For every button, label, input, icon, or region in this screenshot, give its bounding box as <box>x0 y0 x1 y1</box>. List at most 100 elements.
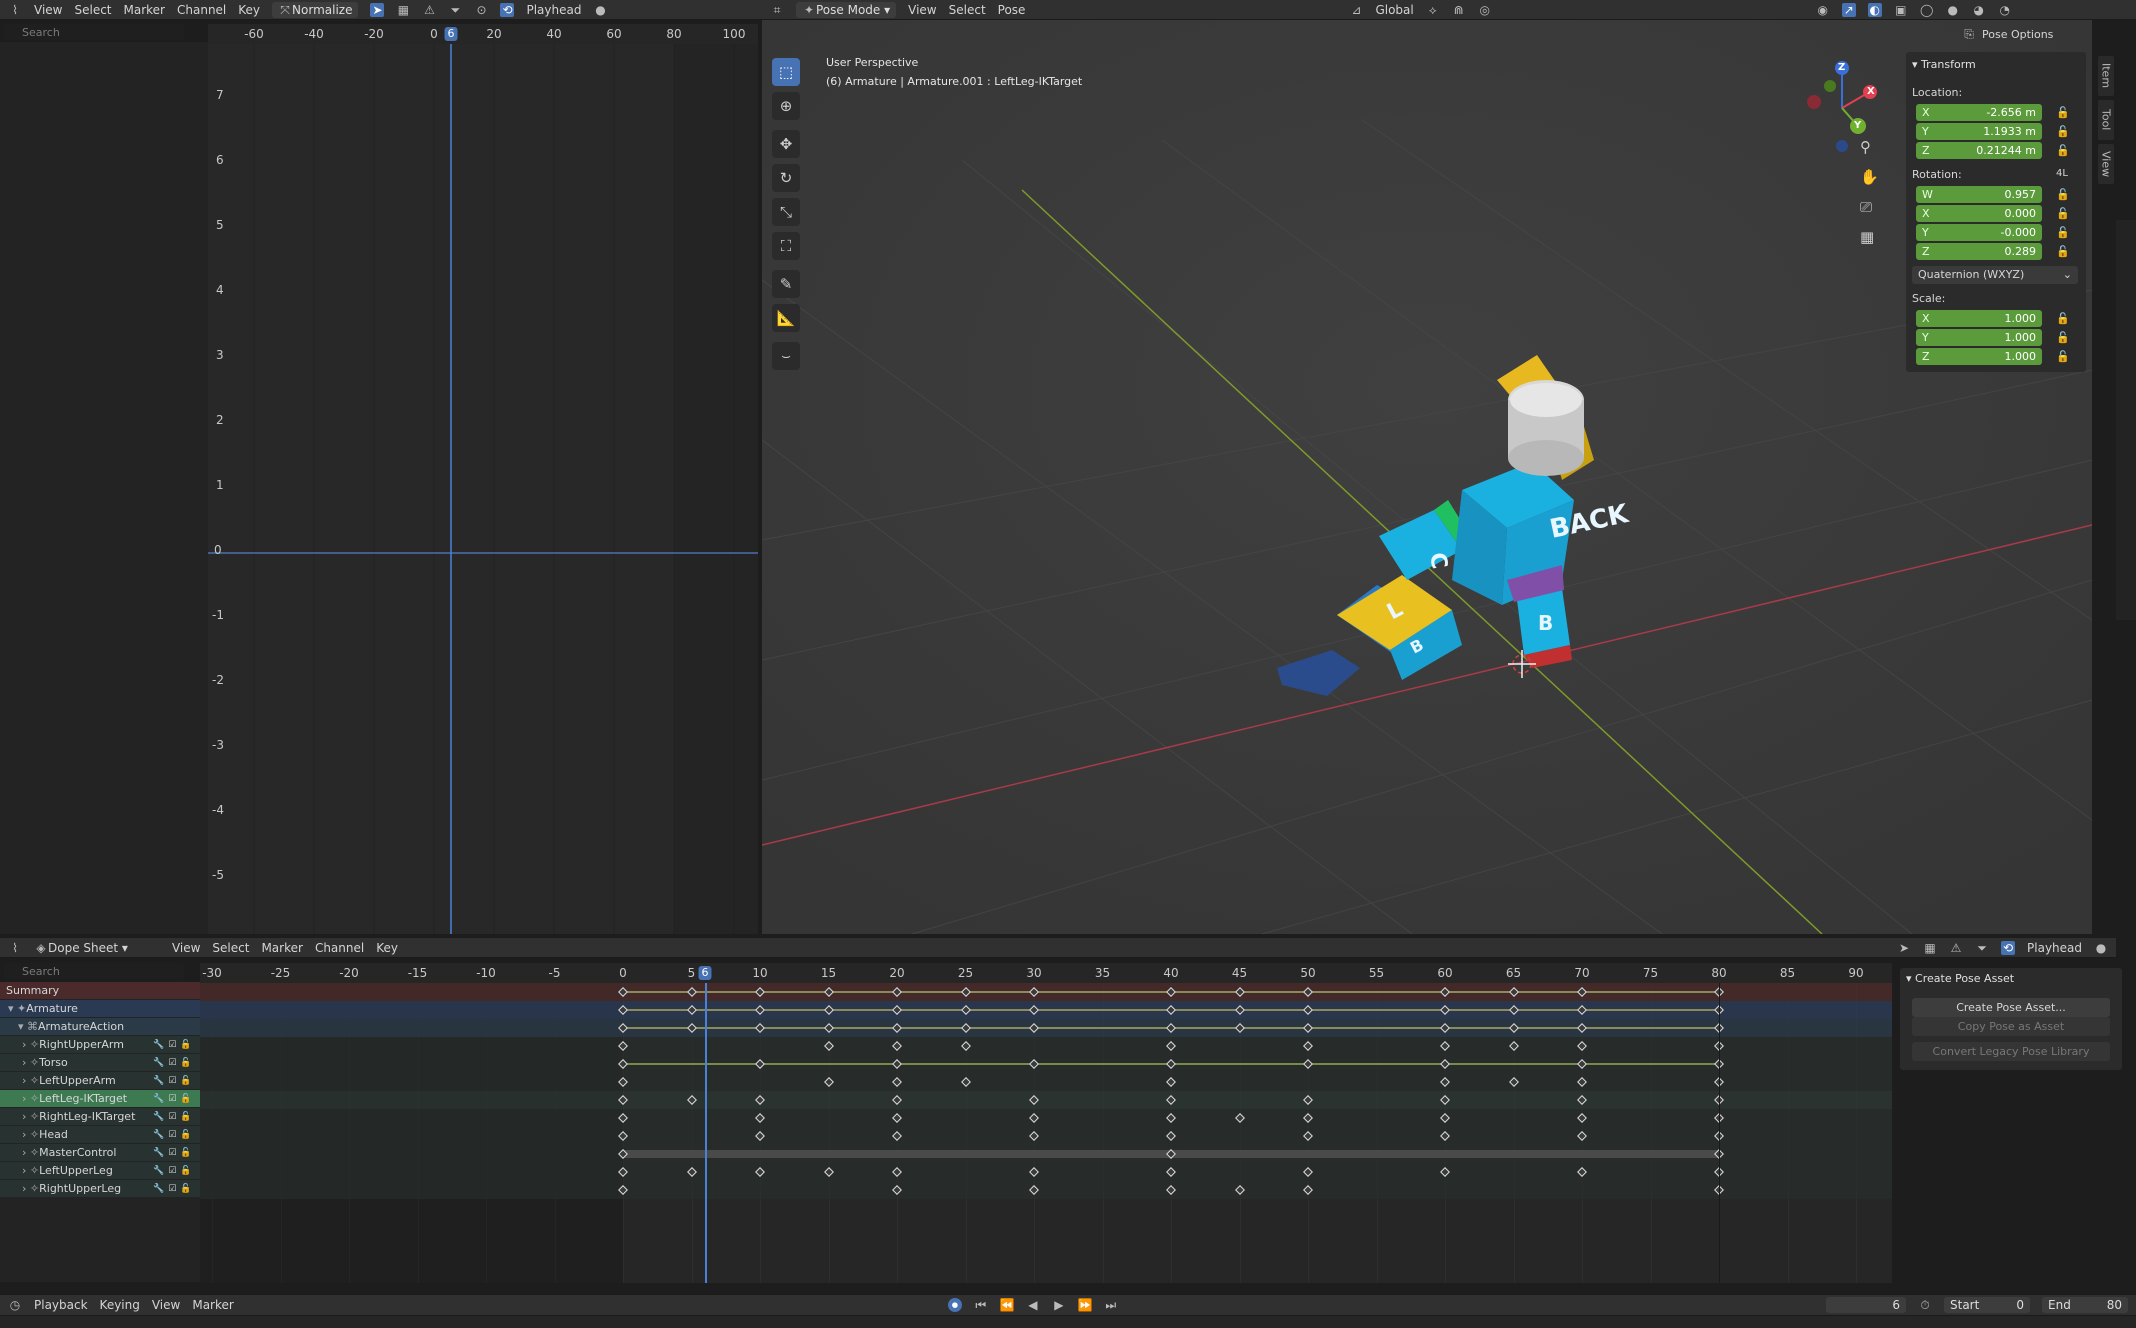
ds-show-hidden-icon[interactable]: ▦ <box>1923 941 1937 955</box>
channel-rightupperleg[interactable]: › ✧ RightUpperLeg 🔧 ☑ 🔓 <box>0 1180 200 1197</box>
dopesheet-menu-channel[interactable]: Channel <box>315 941 364 955</box>
wrench-icon[interactable]: 🔧 <box>153 1040 164 1050</box>
wrench-icon[interactable]: 🔧 <box>153 1130 164 1140</box>
dopesheet-search-input[interactable]: Search <box>4 963 184 979</box>
ds-playhead-dropdown[interactable]: Playhead <box>2027 941 2082 955</box>
pivot-icon[interactable]: ⊙ <box>474 3 488 17</box>
xray-icon[interactable]: ▣ <box>1894 3 1908 17</box>
end-frame-field[interactable]: End 80 <box>2042 1297 2128 1313</box>
ds-filter-icon[interactable]: ⏷ <box>1975 941 1989 955</box>
snap-magnet-icon[interactable]: ⋒ <box>1452 3 1466 17</box>
dopesheet-area[interactable] <box>200 983 1892 1283</box>
channel-expand-icon[interactable]: › ✧ <box>22 1074 39 1087</box>
dopesheet-menu-select[interactable]: Select <box>212 941 249 955</box>
lock-icon[interactable]: 🔓 <box>180 1058 191 1068</box>
snap-icon[interactable]: ⟲ <box>500 2 515 17</box>
show-hidden-icon[interactable]: ▦ <box>396 3 410 17</box>
lock-icon[interactable]: 🔓 <box>2056 188 2070 201</box>
rotation-y-field[interactable]: Y -0.000 <box>1916 224 2042 241</box>
ds-only-selected-icon[interactable]: ➤ <box>1897 941 1911 955</box>
wrench-icon[interactable]: 🔧 <box>153 1058 164 1068</box>
viewport-editor-type-icon[interactable]: ⌗ <box>770 3 784 17</box>
shading-material-icon[interactable]: ◕ <box>1972 3 1986 17</box>
channel-expand-icon[interactable]: ▾ ⌘ <box>18 1020 38 1033</box>
lock-icon[interactable]: 🔓 <box>180 1184 191 1194</box>
channel-leftupperleg[interactable]: › ✧ LeftUpperLeg 🔧 ☑ 🔓 <box>0 1162 200 1179</box>
dopesheet-menu-key[interactable]: Key <box>376 941 398 955</box>
visibility-icon[interactable]: ◉ <box>1816 3 1830 17</box>
channel-expand-icon[interactable]: › ✧ <box>22 1056 39 1069</box>
only-errors-icon[interactable]: ⚠ <box>422 3 436 17</box>
orientation-dropdown[interactable]: Global <box>1375 3 1413 17</box>
gizmo-toggle-icon[interactable]: ↗ <box>1841 2 1856 17</box>
rotation-w-field[interactable]: W 0.957 <box>1916 186 2042 203</box>
pose-tool-button[interactable]: ⌣ <box>772 342 800 370</box>
jump-prev-key-icon[interactable]: ⏪ <box>1000 1298 1015 1312</box>
pivot-point-icon[interactable]: ⟡ <box>1426 3 1440 17</box>
wrench-icon[interactable]: 🔧 <box>153 1076 164 1086</box>
graph-playhead[interactable]: 6 <box>444 27 458 41</box>
lock-icon[interactable]: 🔓 <box>180 1112 191 1122</box>
proportional-icon[interactable]: ◎ <box>1478 3 1492 17</box>
channel-torso[interactable]: › ✧ Torso 🔧 ☑ 🔓 <box>0 1054 200 1071</box>
ds-errors-icon[interactable]: ⚠ <box>1949 941 1963 955</box>
annotate-tool-button[interactable]: ✎ <box>772 270 800 298</box>
rotation-mode-dropdown[interactable]: Quaternion (WXYZ) ⌄ <box>1912 266 2078 284</box>
ds-snap-icon[interactable]: ⟲ <box>2001 940 2016 955</box>
channel-leftupperarm[interactable]: › ✧ LeftUpperArm 🔧 ☑ 🔓 <box>0 1072 200 1089</box>
timeline-menu-playback[interactable]: Playback <box>34 1298 88 1312</box>
graph-area[interactable] <box>208 44 758 934</box>
play-icon[interactable]: ▶ <box>1052 1298 1066 1312</box>
rotate-tool-button[interactable]: ↻ <box>772 164 800 192</box>
channel-expand-icon[interactable]: › ✧ <box>22 1146 39 1159</box>
camera-icon[interactable]: ⎚ <box>1860 198 1872 216</box>
checkbox-icon[interactable]: ☑ <box>168 1076 176 1086</box>
wrench-icon[interactable]: 🔧 <box>153 1166 164 1176</box>
graph-menu-key[interactable]: Key <box>238 3 260 17</box>
pose-asset-header[interactable]: ▾ Create Pose Asset <box>1906 972 2014 985</box>
dopesheet-playhead-line[interactable] <box>705 983 708 1283</box>
perspective-grid-icon[interactable]: ▦ <box>1860 228 1874 246</box>
location-z-field[interactable]: Z 0.21244 m <box>1916 142 2042 159</box>
select-tool-button[interactable]: ⬚ <box>772 58 800 86</box>
dopesheet-menu-view[interactable]: View <box>172 941 200 955</box>
convert-legacy-pose-library-button[interactable]: Convert Legacy Pose Library <box>1912 1042 2110 1061</box>
rotation-4l-toggle[interactable]: 4L <box>2056 168 2068 179</box>
scale-y-field[interactable]: Y 1.000 <box>1916 329 2042 346</box>
dopesheet-editor-icon[interactable]: ⌇ <box>8 941 22 955</box>
pose-options-icon[interactable]: ⎘ <box>1962 27 1976 41</box>
channel-armature[interactable]: ▾ ✦ Armature <box>0 1000 200 1017</box>
wrench-icon[interactable]: 🔧 <box>153 1094 164 1104</box>
viewport-menu-view[interactable]: View <box>908 3 936 17</box>
move-tool-button[interactable]: ✥ <box>772 130 800 158</box>
jump-next-key-icon[interactable]: ⏩ <box>1078 1298 1093 1312</box>
lock-icon[interactable]: 🔓 <box>180 1166 191 1176</box>
location-x-field[interactable]: X -2.656 m <box>1916 104 2042 121</box>
jump-end-icon[interactable]: ⏭ <box>1104 1298 1118 1312</box>
start-frame-field[interactable]: Start 0 <box>1944 1297 2030 1313</box>
mode-dropdown[interactable]: ✦ Pose Mode ▾ <box>796 1 897 18</box>
channel-expand-icon[interactable]: › ✧ <box>22 1038 39 1051</box>
scale-x-field[interactable]: X 1.000 <box>1916 310 2042 327</box>
wrench-icon[interactable]: 🔧 <box>153 1148 164 1158</box>
auto-key-record-icon[interactable]: ⏺ <box>947 1298 962 1312</box>
viewport-menu-pose[interactable]: Pose <box>998 3 1026 17</box>
channel-mastercontrol[interactable]: › ✧ MasterControl 🔧 ☑ 🔓 <box>0 1144 200 1161</box>
checkbox-icon[interactable]: ☑ <box>168 1184 176 1194</box>
lock-icon[interactable]: 🔓 <box>180 1076 191 1086</box>
lock-icon[interactable]: 🔓 <box>180 1040 191 1050</box>
checkbox-icon[interactable]: ☑ <box>168 1130 176 1140</box>
channel-head[interactable]: › ✧ Head 🔧 ☑ 🔓 <box>0 1126 200 1143</box>
lock-icon[interactable]: 🔓 <box>2056 312 2070 325</box>
tab-view[interactable]: View <box>2098 144 2114 184</box>
tab-item[interactable]: Item <box>2098 56 2114 96</box>
viewport-menu-select[interactable]: Select <box>949 3 986 17</box>
channel-expand-icon[interactable]: › ✧ <box>22 1182 39 1195</box>
zoom-icon[interactable]: ⚲ <box>1860 138 1871 156</box>
channel-rightleg-iktarget[interactable]: › ✧ RightLeg-IKTarget 🔧 ☑ 🔓 <box>0 1108 200 1125</box>
play-reverse-icon[interactable]: ◀ <box>1026 1298 1040 1312</box>
shading-render-icon[interactable]: ◔ <box>1998 3 2012 17</box>
lock-icon[interactable]: 🔓 <box>2056 207 2070 220</box>
ds-proportional-icon[interactable]: ● <box>2094 941 2108 955</box>
lock-icon[interactable]: 🔓 <box>2056 350 2070 363</box>
